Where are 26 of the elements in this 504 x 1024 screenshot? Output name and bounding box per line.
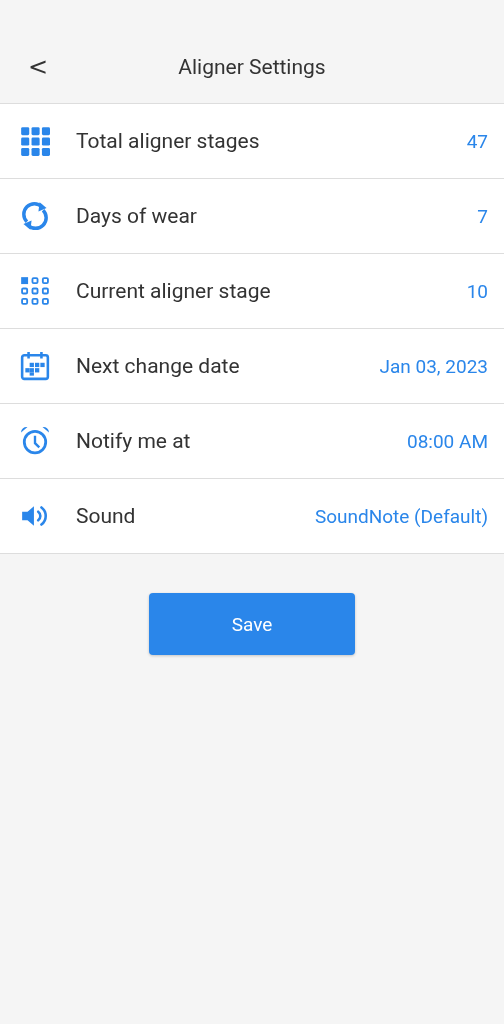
setting-label: Notify me at — [76, 429, 192, 453]
settings-row[interactable]: Current aligner stage 10 — [0, 254, 504, 329]
settings-row[interactable]: Total aligner stages 47 — [0, 104, 504, 179]
setting-label: Total aligner stages — [76, 129, 261, 153]
setting-value: 47 — [466, 129, 488, 153]
alarm-clock-icon — [20, 426, 50, 456]
setting-label: Days of wear — [76, 204, 198, 228]
page-title: Aligner Settings — [178, 54, 326, 79]
grid-icon — [20, 276, 50, 306]
settings-row[interactable]: Next change date Jan 03, 2023 — [0, 329, 504, 404]
save-button[interactable]: Save — [149, 593, 355, 655]
setting-label: Current aligner stage — [76, 279, 272, 303]
settings-row[interactable]: Notify me at 08:00 AM — [0, 404, 504, 479]
back-button[interactable]: < — [24, 52, 53, 81]
setting-value: SoundNote (Default) — [314, 504, 488, 528]
grid-icon — [20, 126, 50, 156]
settings-row[interactable]: Days of wear 7 — [0, 179, 504, 254]
setting-value: 10 — [466, 279, 488, 303]
refresh-icon — [20, 201, 50, 231]
calendar-icon — [20, 351, 50, 381]
setting-label: Next change date — [76, 354, 241, 378]
setting-label: Sound — [76, 504, 137, 528]
setting-value: 7 — [477, 204, 488, 228]
setting-value: 08:00 AM — [407, 429, 488, 453]
setting-value: Jan 03, 2023 — [379, 354, 488, 378]
settings-row[interactable]: Sound SoundNote (Default) — [0, 479, 504, 554]
